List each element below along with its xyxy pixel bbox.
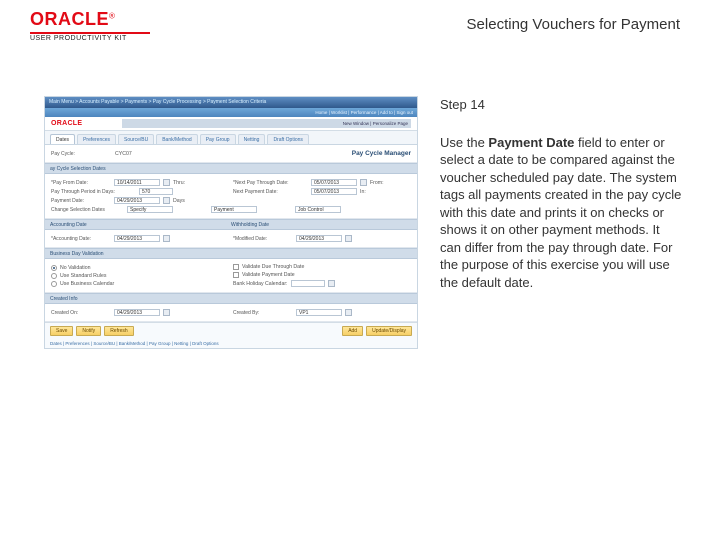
step-label: Step 14 <box>440 96 682 114</box>
oracle-wordmark: ORACLE <box>30 9 109 29</box>
checkbox-validate-payment-date[interactable] <box>233 272 239 278</box>
thru-label: Thru: <box>173 180 185 186</box>
oracle-logo: ORACLE® <box>30 10 150 30</box>
tab-draft-options[interactable]: Draft Options <box>267 134 308 144</box>
lookup-icon[interactable] <box>328 280 335 287</box>
radio-business-calendar[interactable] <box>51 281 57 287</box>
save-button[interactable]: Save <box>50 326 73 336</box>
modified-date-input[interactable]: 04/29/2013 <box>296 235 342 242</box>
calendar-icon[interactable] <box>163 179 170 186</box>
app-breadcrumb: Main Menu > Accounts Payable > Payments … <box>45 97 417 108</box>
add-button[interactable]: Add <box>342 326 363 336</box>
calendar-icon[interactable] <box>163 309 170 316</box>
checkbox-validate-payment-date-label: Validate Payment Date <box>242 272 295 278</box>
payment-date-input[interactable]: 04/29/2013 <box>114 197 160 204</box>
calendar-icon[interactable] <box>163 197 170 204</box>
checkbox-validate-due-through[interactable] <box>233 264 239 270</box>
next-payment-date-input[interactable]: 05/07/2013 <box>311 188 357 195</box>
change-selection-dates-label: Change Selection Dates <box>51 207 123 213</box>
accounting-date-input[interactable]: 04/29/2013 <box>114 235 160 242</box>
group-acct-withhold: Accounting Date Withholding Date <box>45 219 417 230</box>
pay-from-date-label: *Pay From Date: <box>51 180 111 186</box>
pay-cycle-header: Pay Cycle: CYC07 Pay Cycle Manager <box>45 145 417 163</box>
job-control-select[interactable]: Job Control <box>295 206 341 213</box>
accounting-date-label: *Accounting Date: <box>51 236 111 242</box>
pay-through-period-label: Pay Through Period in Days: <box>51 189 136 195</box>
from-label: From: <box>370 180 384 186</box>
tab-netting[interactable]: Netting <box>238 134 266 144</box>
instruction-strong: Payment Date <box>488 135 574 150</box>
instruction-text: Use the Payment Date field to enter or s… <box>440 134 682 292</box>
instruction-prefix: Use the <box>440 135 488 150</box>
radio-no-validation[interactable] <box>51 265 57 271</box>
created-info-section: Created On: 04/29/2013 Created By: VP1 <box>45 304 417 322</box>
app-window: Main Menu > Accounts Payable > Payments … <box>44 96 418 349</box>
radio-standard-rules[interactable] <box>51 273 57 279</box>
instruction-column: Step 14 Use the Payment Date field to en… <box>440 96 700 349</box>
created-on-label: Created On: <box>51 310 111 316</box>
update-display-button[interactable]: Update/Display <box>366 326 412 336</box>
group-created-info: Created Info <box>45 293 417 304</box>
lookup-icon[interactable] <box>345 309 352 316</box>
calendar-icon[interactable] <box>163 235 170 242</box>
created-by-label: Created By: <box>233 310 293 316</box>
toolbar-links[interactable]: New Window | Personalize Page <box>343 121 408 126</box>
group-business-day-validation: Business Day Validation <box>45 248 417 259</box>
group-accounting-date: Accounting Date <box>50 222 231 228</box>
tab-bank-method[interactable]: Bank/Method <box>156 134 197 144</box>
days-label: Days <box>173 198 185 204</box>
bank-holiday-cal-input[interactable] <box>291 280 325 287</box>
change-selection-dates-row: Change Selection Dates Specify Payment J… <box>51 206 411 213</box>
logo-divider <box>30 32 150 34</box>
bdv-section: No Validation Use Standard Rules Use Bus… <box>45 259 417 293</box>
next-payment-date-label: Next Payment Date: <box>233 189 308 195</box>
embedded-screenshot: Main Menu > Accounts Payable > Payments … <box>44 96 418 349</box>
pay-from-date-input[interactable]: 10/14/2011 <box>114 179 160 186</box>
group-selection-dates: ay Cycle Selection Dates <box>45 163 417 174</box>
created-on-input[interactable]: 04/29/2013 <box>114 309 160 316</box>
tab-source-bu[interactable]: Source/BU <box>118 134 154 144</box>
checkbox-validate-due-through-label: Validate Due Through Date <box>242 264 304 270</box>
tab-strip: Dates Preferences Source/BU Bank/Method … <box>45 131 417 145</box>
modified-date-label: *Modified Date: <box>233 236 293 242</box>
refresh-button[interactable]: Refresh <box>104 326 134 336</box>
next-pay-through-date-label: *Next Pay Through Date: <box>233 180 308 186</box>
next-pay-through-date-input[interactable]: 05/07/2013 <box>311 179 357 186</box>
payment-date-label: Payment Date: <box>51 198 111 204</box>
change-select[interactable]: Specify <box>127 206 173 213</box>
radio-no-validation-label: No Validation <box>60 265 90 271</box>
calendar-icon[interactable] <box>345 235 352 242</box>
product-line: USER PRODUCTIVITY KIT <box>30 35 150 42</box>
pay-cycle-manager-link[interactable]: Pay Cycle Manager <box>352 150 411 157</box>
bottom-tab-links[interactable]: Dates | Preferences | Source/BU | Bank/M… <box>45 339 417 348</box>
app-sublinks: Home | Worklist | Performance | Add to |… <box>45 108 417 117</box>
notify-button[interactable]: Notify <box>76 326 101 336</box>
app-header-row: ORACLE New Window | Personalize Page <box>45 117 417 131</box>
mini-oracle-logo: ORACLE <box>51 120 82 127</box>
payment-select[interactable]: Payment <box>211 206 257 213</box>
radio-business-calendar-label: Use Business Calendar <box>60 281 114 287</box>
tab-dates[interactable]: Dates <box>50 134 75 144</box>
instruction-suffix: field to enter or select a date to be co… <box>440 135 681 290</box>
in-label: In: <box>360 189 366 195</box>
tab-pay-group[interactable]: Pay Group <box>200 134 236 144</box>
selection-dates-section: *Pay From Date: 10/14/2011 Thru: *Next P… <box>45 174 417 219</box>
created-by-input[interactable]: VP1 <box>296 309 342 316</box>
trademark-icon: ® <box>109 12 115 21</box>
page-title: Selecting Vouchers for Payment <box>467 10 700 33</box>
radio-standard-rules-label: Use Standard Rules <box>60 273 106 279</box>
acct-dates-section: *Accounting Date: 04/29/2013 *Modified D… <box>45 230 417 248</box>
calendar-icon[interactable] <box>360 179 367 186</box>
pay-cycle-value: CYC07 <box>115 151 132 157</box>
pay-cycle-label: Pay Cycle: <box>51 151 111 157</box>
logo-block: ORACLE® USER PRODUCTIVITY KIT <box>30 10 150 42</box>
app-toolbar: New Window | Personalize Page <box>122 119 411 128</box>
footer-buttons: Save Notify Refresh Add Update/Display <box>45 322 417 339</box>
pay-through-period-input[interactable]: 570 <box>139 188 173 195</box>
tab-preferences[interactable]: Preferences <box>77 134 116 144</box>
group-withholding-date: Withholding Date <box>231 222 412 228</box>
bank-holiday-cal-label: Bank Holiday Calendar: <box>233 281 288 287</box>
